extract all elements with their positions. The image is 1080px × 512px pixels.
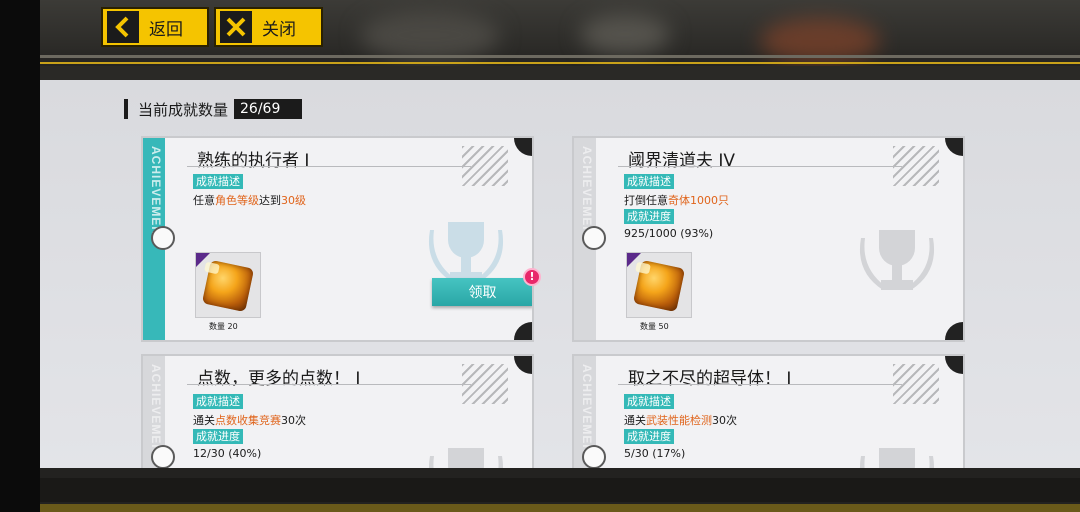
card-punch-hole	[582, 445, 606, 469]
card-title: 点数，更多的点数！ I	[197, 369, 361, 389]
card-title: 阈界清道夫 IV	[628, 151, 736, 171]
reward-quantity: 数量 20	[209, 322, 238, 331]
card-title: 熟练的执行者 I	[197, 151, 310, 171]
card-description: 通关点数收集竞赛30次	[193, 412, 306, 428]
card-description: 任意角色等级达到30级	[193, 192, 306, 208]
description-tag: 成就描述	[193, 174, 243, 189]
desc-highlight: 点数收集竞赛	[215, 414, 281, 427]
card-corner	[945, 138, 963, 156]
count-marker	[124, 99, 128, 119]
title-underline	[187, 166, 471, 167]
chevron-left-icon	[107, 11, 139, 43]
header-stripe	[40, 55, 1080, 58]
card-punch-hole	[582, 226, 606, 250]
card-corner	[514, 356, 532, 374]
card-corner	[945, 356, 963, 374]
desc-highlight: 武装性能检测	[646, 414, 712, 427]
progress-text: 5/30 (17%)	[624, 447, 686, 460]
card-corner	[514, 322, 532, 340]
achievement-count: 当前成就数量 26/69	[124, 98, 303, 120]
cube-shine	[635, 261, 651, 275]
progress-text: 925/1000 (93%)	[624, 227, 714, 240]
desc-text: 通关	[624, 414, 646, 427]
header-stripe	[40, 66, 1080, 80]
achievement-card: ACHIEVEMENT 取之不尽的超导体！ I 成就描述 通关武装性能检测30次…	[572, 354, 965, 474]
progress-tag: 成就进度	[624, 429, 674, 444]
description-tag: 成就描述	[624, 394, 674, 409]
count-label: 当前成就数量	[138, 100, 229, 119]
game-screen: 返回 关闭 当前成就数量 26/69 ACHIEVEMENT 熟练的执行者 I …	[0, 0, 1080, 512]
progress-text: 12/30 (40%)	[193, 447, 262, 460]
reward-item[interactable]	[626, 252, 692, 318]
desc-highlight: 角色等级	[215, 194, 259, 207]
achievement-card: ACHIEVEMENT 阈界清道夫 IV 成就描述 打倒任意奇体1000只 成就…	[572, 136, 965, 342]
progress-tag: 成就进度	[193, 429, 243, 444]
card-punch-hole	[151, 445, 175, 469]
count-value: 26/69	[234, 99, 303, 119]
description-tag: 成就描述	[193, 394, 243, 409]
close-button[interactable]: 关闭	[214, 7, 323, 47]
title-underline	[187, 384, 471, 385]
desc-highlight: 30级	[281, 194, 306, 207]
card-corner	[945, 322, 963, 340]
close-button-label: 关闭	[262, 19, 296, 40]
alert-badge: !	[523, 268, 541, 286]
back-button-label: 返回	[149, 19, 183, 40]
cube-shine	[204, 261, 220, 275]
header-blur-shape	[580, 14, 670, 54]
header-blur-shape	[360, 10, 500, 60]
desc-text: 任意	[193, 194, 215, 207]
title-underline	[618, 166, 902, 167]
back-button[interactable]: 返回	[101, 7, 209, 47]
reward-quantity: 数量 50	[640, 322, 669, 331]
desc-text: 打倒任意	[624, 194, 668, 207]
claim-button[interactable]: 领取	[432, 278, 532, 306]
bottom-gold-stripe	[40, 504, 1080, 512]
card-punch-hole	[151, 226, 175, 250]
title-underline	[618, 384, 902, 385]
card-title: 取之不尽的超导体！ I	[628, 369, 792, 389]
achievement-card: ACHIEVEMENT 点数，更多的点数！ I 成就描述 通关点数收集竞赛30次…	[141, 354, 534, 474]
desc-text: 通关	[193, 414, 215, 427]
desc-text: 达到	[259, 194, 281, 207]
bottom-stripe	[40, 478, 1080, 502]
close-icon	[220, 11, 252, 43]
description-tag: 成就描述	[624, 174, 674, 189]
card-description: 打倒任意奇体1000只	[624, 192, 729, 208]
card-description: 通关武装性能检测30次	[624, 412, 737, 428]
desc-text: 30次	[281, 414, 306, 427]
card-corner	[514, 138, 532, 156]
left-edge-bar	[0, 0, 40, 512]
progress-tag: 成就进度	[624, 209, 674, 224]
trophy-icon	[859, 230, 935, 290]
achievement-card: ACHIEVEMENT 熟练的执行者 I 成就描述 任意角色等级达到30级 数量…	[141, 136, 534, 342]
desc-text: 30次	[712, 414, 737, 427]
header-gold-stripe	[40, 62, 1080, 64]
reward-item[interactable]	[195, 252, 261, 318]
desc-highlight: 奇体1000只	[668, 194, 729, 207]
